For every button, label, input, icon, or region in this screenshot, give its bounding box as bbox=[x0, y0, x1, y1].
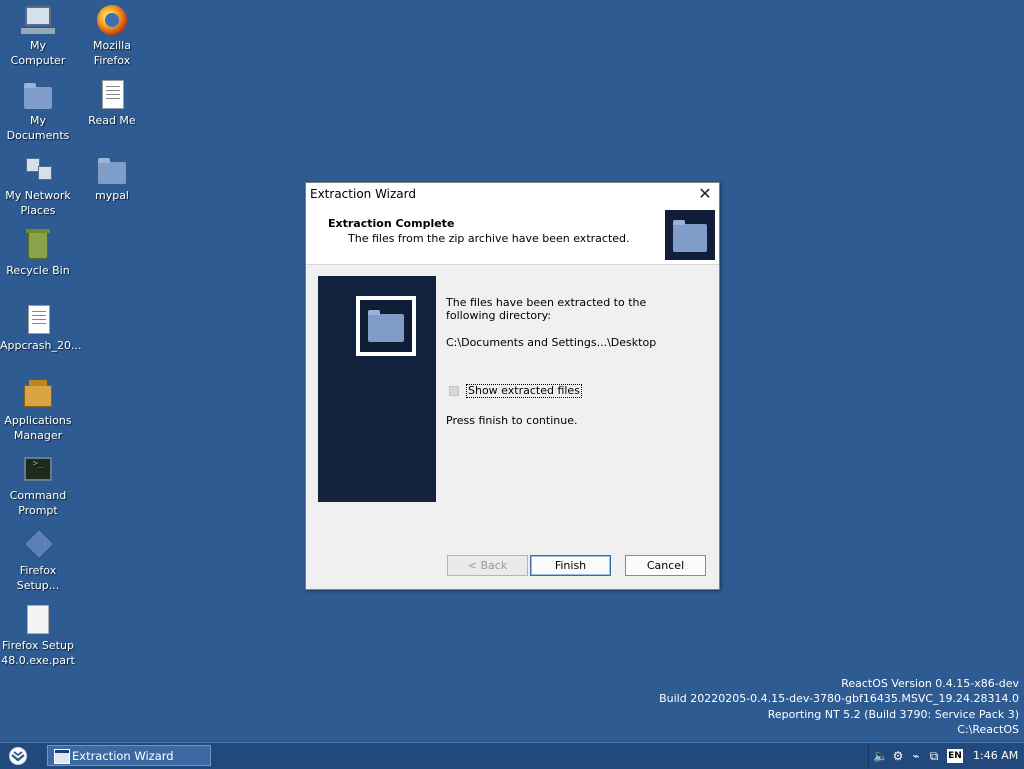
dialog-title: Extraction Wizard bbox=[310, 187, 417, 201]
reporting-line: Reporting NT 5.2 (Build 3790: Service Pa… bbox=[767, 707, 1019, 721]
checkbox-box[interactable] bbox=[449, 386, 459, 396]
checkbox-label[interactable]: Show extracted files bbox=[466, 384, 582, 398]
extraction-path: C:\Documents and Settings...\Desktop bbox=[446, 336, 657, 349]
extraction-message: The files have been extracted to the fol… bbox=[446, 296, 647, 322]
desktop-icon-mypal[interactable]: mypal bbox=[74, 154, 150, 203]
applications-manager-icon bbox=[22, 379, 54, 411]
desktop-icon-label: Appcrash_20... bbox=[0, 339, 82, 352]
wizard-header-title: Extraction Complete bbox=[328, 217, 455, 230]
wizard-header: Extraction Complete The files from the z… bbox=[306, 207, 719, 265]
system-tray: 🔈 ⚙ ⌁ ⧉ EN 1:46 AM bbox=[868, 744, 1024, 768]
version-line: ReactOS Version 0.4.15-x86-dev bbox=[841, 677, 1019, 690]
readme-document-icon bbox=[96, 79, 128, 111]
desktop-icon-appcrash[interactable]: Appcrash_20... bbox=[0, 304, 82, 353]
desktop-icon-firefox-setup-part[interactable]: Firefox Setup 48.0.exe.part bbox=[0, 604, 76, 668]
recycle-bin-icon bbox=[22, 229, 54, 261]
system-path-line: C:\ReactOS bbox=[957, 722, 1019, 736]
desktop-icon-my-documents[interactable]: My Documents bbox=[0, 79, 76, 143]
folder-icon bbox=[96, 154, 128, 186]
wizard-header-subtitle: The files from the zip archive have been… bbox=[348, 232, 630, 245]
continue-text: Press finish to continue. bbox=[446, 414, 578, 427]
hardware-icon[interactable]: ⚙ bbox=[891, 749, 905, 763]
desktop-icon-label: Command Prompt bbox=[9, 489, 67, 517]
desktop-icon-label: My Network Places bbox=[5, 189, 71, 217]
desktop-icon-label: My Computer bbox=[10, 39, 66, 67]
zip-folder-icon bbox=[665, 210, 715, 260]
clock[interactable]: 1:46 AM bbox=[973, 744, 1018, 768]
desktop-icon-my-computer[interactable]: My Computer bbox=[0, 4, 76, 68]
start-button[interactable] bbox=[7, 746, 33, 767]
command-prompt-icon: >_ bbox=[22, 454, 54, 486]
taskbar-button-extraction-wizard[interactable]: Extraction Wizard bbox=[47, 745, 211, 766]
desktop-icon-label: mypal bbox=[94, 189, 129, 202]
desktop-icon-recycle-bin[interactable]: Recycle Bin bbox=[0, 229, 76, 278]
safely-remove-icon[interactable]: ⌁ bbox=[909, 749, 923, 763]
desktop-icon-applications-manager[interactable]: Applications Manager bbox=[0, 379, 76, 443]
desktop-icon-label: Mozilla Firefox bbox=[93, 39, 131, 67]
my-documents-icon bbox=[22, 79, 54, 111]
partial-file-icon bbox=[22, 604, 54, 636]
cancel-button[interactable]: Cancel bbox=[625, 555, 706, 576]
network-icon[interactable]: ⧉ bbox=[927, 749, 941, 763]
language-indicator[interactable]: EN bbox=[947, 749, 963, 763]
desktop-icon-read-me[interactable]: Read Me bbox=[74, 79, 150, 128]
back-button[interactable]: < Back bbox=[447, 555, 528, 576]
window-icon bbox=[54, 749, 70, 764]
version-info: ReactOS Version 0.4.15-x86-dev Build 202… bbox=[659, 676, 1019, 737]
text-file-icon bbox=[22, 304, 54, 336]
dialog-titlebar[interactable]: Extraction Wizard ✕ bbox=[306, 183, 719, 207]
installer-icon bbox=[22, 528, 55, 561]
desktop-icon-label: Firefox Setup 48.0.exe.part bbox=[1, 639, 75, 667]
network-places-icon bbox=[22, 154, 54, 186]
desktop-icon-label: Firefox Setup... bbox=[16, 564, 60, 592]
desktop-icon-label: My Documents bbox=[6, 114, 70, 142]
build-line: Build 20220205-0.4.15-dev-3780-gbf16435.… bbox=[659, 692, 1019, 706]
desktop-icon-label: Recycle Bin bbox=[6, 264, 70, 277]
desktop-icon-mozilla-firefox[interactable]: Mozilla Firefox bbox=[74, 4, 150, 68]
zip-folder-large-icon bbox=[356, 296, 416, 356]
desktop-icon-firefox-setup[interactable]: Firefox Setup... bbox=[0, 528, 76, 593]
finish-button[interactable]: Finish bbox=[530, 555, 611, 576]
firefox-icon bbox=[96, 4, 128, 36]
my-computer-icon bbox=[21, 4, 55, 36]
wizard-side-panel bbox=[318, 276, 436, 502]
desktop-icon-label: Applications Manager bbox=[4, 414, 72, 442]
close-button[interactable]: ✕ bbox=[697, 185, 713, 203]
volume-icon[interactable]: 🔈 bbox=[873, 749, 888, 763]
taskbar: Extraction Wizard 🔈 ⚙ ⌁ ⧉ EN 1:46 AM bbox=[0, 742, 1024, 769]
extraction-wizard-dialog: Extraction Wizard ✕ Extraction Complete … bbox=[305, 182, 720, 590]
desktop-icon-my-network-places[interactable]: My Network Places bbox=[0, 154, 76, 218]
desktop-icon-label: Read Me bbox=[88, 114, 136, 127]
taskbar-button-label: Extraction Wizard bbox=[72, 749, 174, 763]
desktop-icon-command-prompt[interactable]: >_ Command Prompt bbox=[0, 454, 76, 518]
reactos-logo-icon bbox=[9, 747, 27, 765]
